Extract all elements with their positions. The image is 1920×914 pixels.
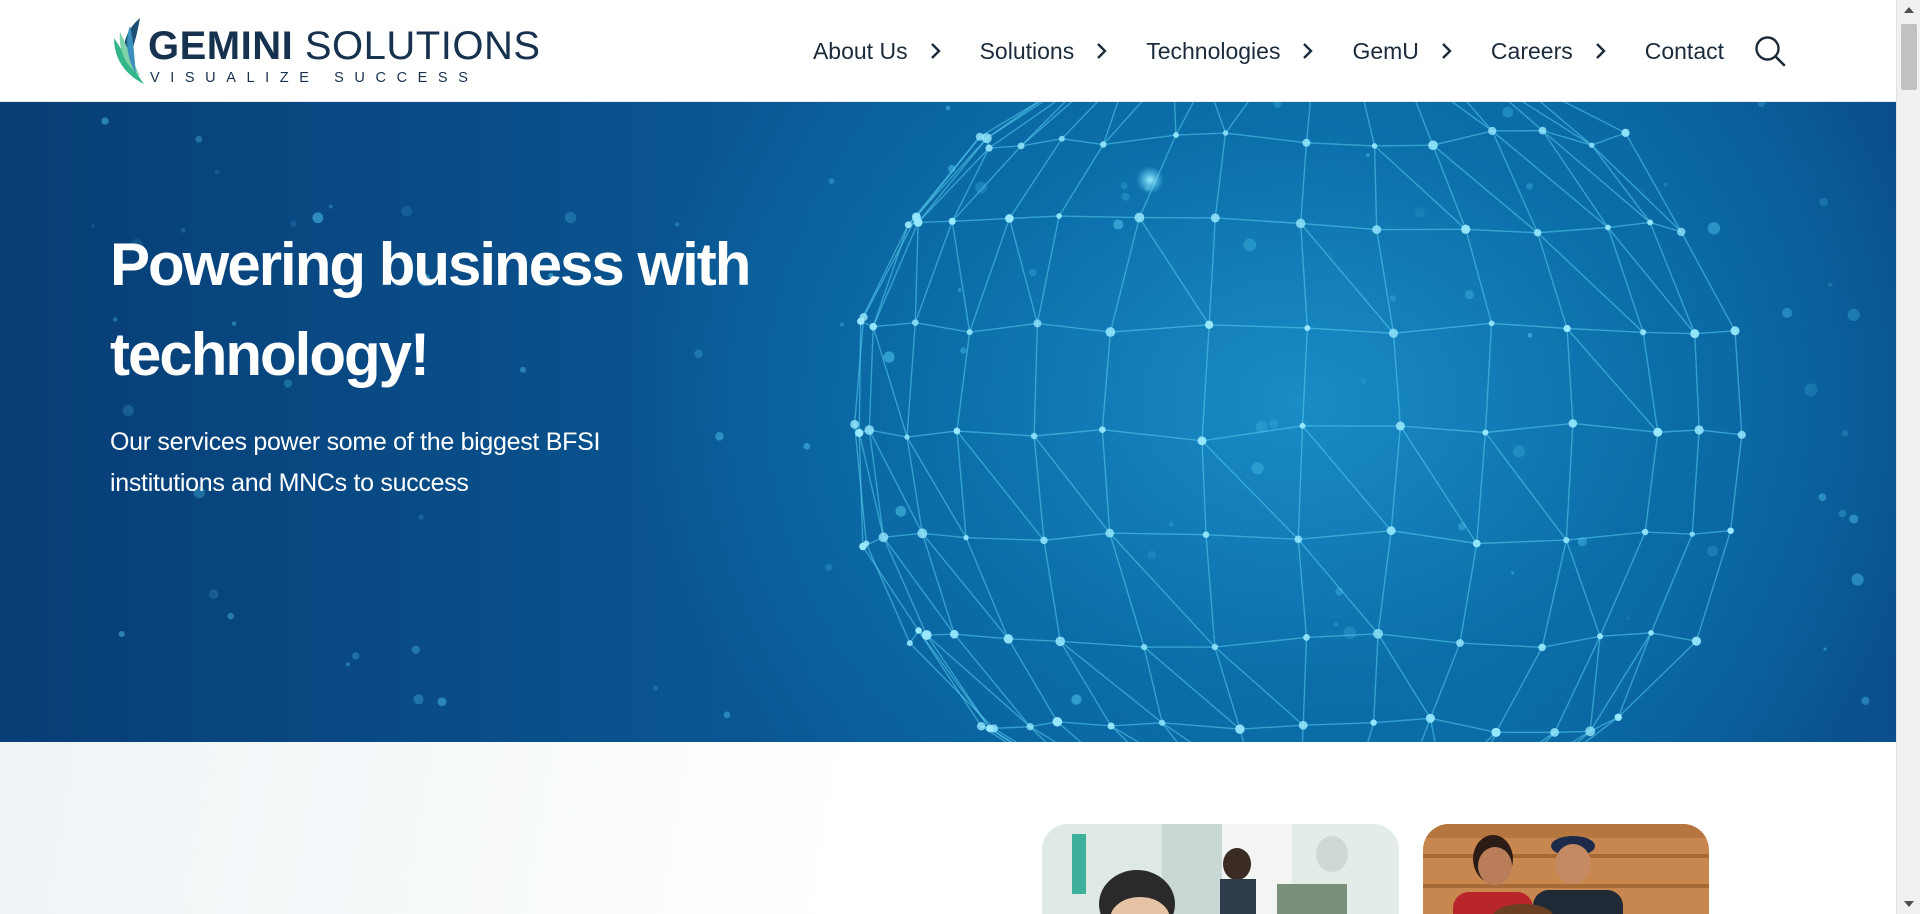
main-nav: About Us Solutions Technologies GemU Car… [813,34,1786,68]
chevron-right-icon[interactable] [1096,42,1108,60]
chevron-right-icon[interactable] [1441,42,1453,60]
scroll-thumb[interactable] [1901,24,1917,90]
site-header: GEMINI SOLUTIONS VISUALIZE SUCCESS About… [0,0,1896,102]
nav-item-contact[interactable]: Contact [1645,38,1724,65]
nav-label: About Us [812,37,908,64]
hero-banner: Powering business with technology! Our s… [0,102,1896,742]
nav-item-technologies[interactable]: Technologies [1146,38,1352,65]
chevron-right-icon[interactable] [930,42,942,60]
office-team-photo [1042,824,1399,914]
scroll-up-arrow-icon[interactable] [1897,0,1920,20]
nav-item-gemu[interactable]: GemU [1352,38,1490,65]
nav-label: Solutions [979,37,1075,64]
nav-item-solutions[interactable]: Solutions [980,38,1147,65]
chevron-right-icon[interactable] [1302,42,1314,60]
nav-label: Careers [1490,37,1573,64]
nav-label: Technologies [1146,37,1281,64]
page-scrollbar[interactable] [1896,0,1920,914]
scroll-down-arrow-icon[interactable] [1897,894,1920,914]
hero-subtitle: Our services power some of the biggest B… [110,428,601,497]
nav-label: GemU [1352,37,1419,64]
search-icon[interactable] [1754,35,1786,67]
team-music-photo [1423,824,1709,914]
intro-section [0,742,1896,914]
nav-item-careers[interactable]: Careers [1491,38,1645,65]
chevron-right-icon[interactable] [1595,42,1607,60]
hero-title: Powering business with technology! [110,231,751,388]
logo-wordmark: GEMINI SOLUTIONS [148,24,541,68]
logo-tagline: VISUALIZE SUCCESS [150,70,479,86]
site-logo[interactable]: GEMINI SOLUTIONS VISUALIZE SUCCESS [110,14,540,88]
nav-item-about-us[interactable]: About Us [813,38,980,65]
